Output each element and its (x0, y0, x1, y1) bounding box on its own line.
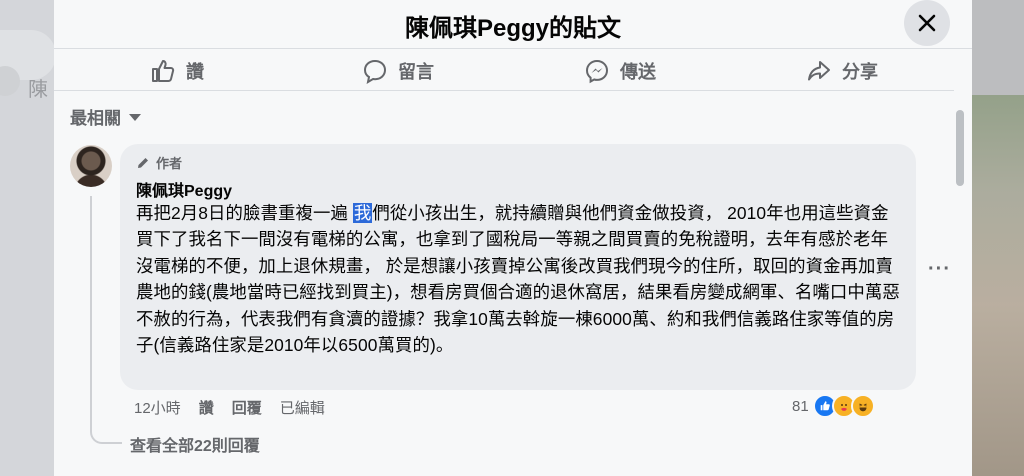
reaction-count: 81 (792, 397, 809, 415)
background-photo (972, 95, 1024, 476)
reaction-summary[interactable]: 81 (792, 394, 875, 418)
avatar[interactable] (70, 145, 112, 187)
messenger-icon (585, 59, 609, 84)
background-search-input: 陳 (0, 30, 56, 101)
post-actions-bar: 讚 留言 傳送 分享 (54, 50, 954, 91)
background-page-right (972, 0, 1024, 476)
comment-author-name[interactable]: 陳佩琪Peggy (136, 177, 232, 201)
comment-button[interactable]: 留言 (362, 58, 434, 84)
share-label: 分享 (842, 62, 878, 82)
modal-title: 陳佩琪Peggy的貼文 (404, 15, 622, 42)
comment-meta: 12小時 讚 回覆 已編輯 (134, 397, 343, 418)
reply-thread-line (90, 196, 122, 444)
scrollbar-thumb[interactable] (956, 110, 964, 186)
close-icon (918, 14, 936, 32)
like-button[interactable]: 讚 (150, 58, 204, 84)
background-avatar (0, 66, 20, 96)
selected-text: 我 (352, 203, 373, 223)
comment-text-after: 們從小孩出生，就持續贈與他們資金做投資， 2010年也用這些資金買下了我名下一間… (136, 203, 900, 356)
comment-text: 再把2月8日的臉書重複一遍 我們從小孩出生，就持續贈與他們資金做投資， 2010… (136, 200, 900, 358)
background-page-left: 陳 (0, 0, 56, 476)
sort-label: 最相關 (70, 109, 121, 128)
pencil-icon (138, 157, 148, 168)
sort-dropdown[interactable]: 最相關 (70, 104, 141, 129)
chevron-down-icon (129, 114, 141, 121)
comment-icon (363, 59, 387, 84)
comment-bubble: 作者 陳佩琪Peggy 再把2月8日的臉書重複一遍 我們從小孩出生，就持續贈與他… (120, 144, 916, 390)
view-all-replies-link[interactable]: 查看全部22則回覆 (130, 432, 260, 456)
share-button[interactable]: 分享 (806, 58, 878, 84)
share-icon (808, 61, 830, 81)
close-button[interactable] (904, 0, 950, 46)
like-label: 讚 (186, 62, 204, 82)
comment-text-before: 再把2月8日的臉書重複一遍 (136, 203, 353, 223)
comment-time[interactable]: 12小時 (134, 397, 181, 418)
modal-scrollbar[interactable] (954, 100, 966, 476)
haha-reaction-icon (850, 394, 875, 418)
comment-like-button[interactable]: 讚 (199, 397, 214, 418)
post-modal: 陳佩琪Peggy的貼文 讚 留言 傳送 分享 最相關 作者 陳佩琪Peggy 再… (54, 0, 972, 476)
send-label: 傳送 (620, 62, 656, 82)
modal-header: 陳佩琪Peggy的貼文 (54, 0, 972, 49)
background-search-placeholder: 陳 (28, 79, 48, 101)
author-badge-label: 作者 (156, 156, 183, 171)
like-icon (152, 60, 175, 82)
send-button[interactable]: 傳送 (584, 58, 656, 84)
author-badge: 作者 (136, 153, 182, 172)
comment-reply-button[interactable]: 回覆 (232, 397, 262, 418)
more-options-icon[interactable]: ··· (928, 258, 951, 281)
edited-label: 已編輯 (279, 400, 325, 417)
comment-label: 留言 (398, 62, 434, 82)
